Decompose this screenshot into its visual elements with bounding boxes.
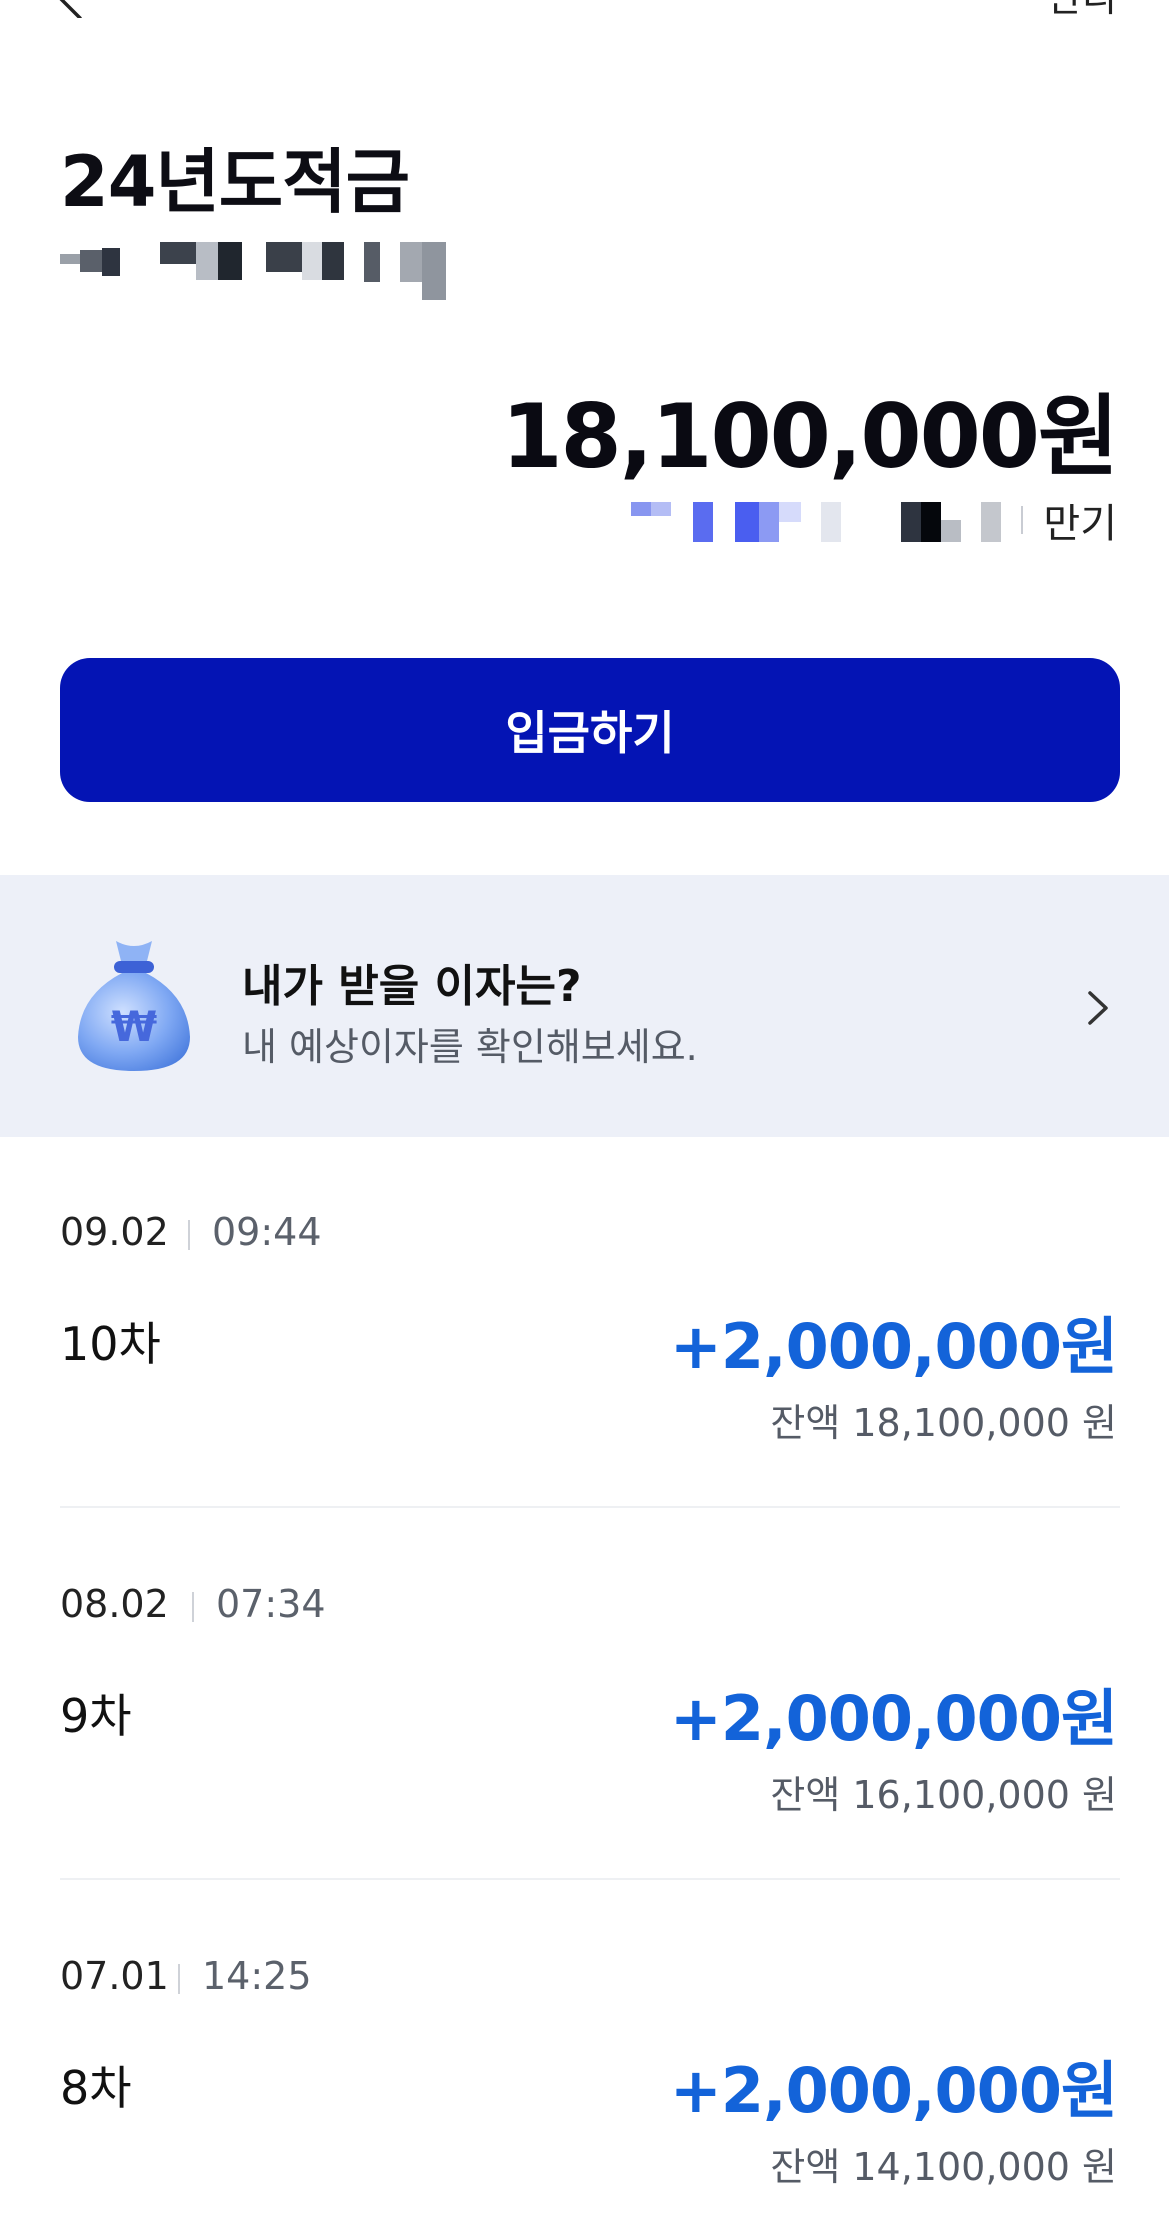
transaction-date: 08.02 <box>60 1582 169 1626</box>
transaction-row[interactable]: 07.01 14:25 8차 +2,000,000원 잔액 14,100,000… <box>0 1934 1169 2232</box>
transaction-balance: 잔액 18,100,000 원 <box>770 1401 1117 1445</box>
transaction-balance: 잔액 16,100,000 원 <box>770 1773 1117 1817</box>
transaction-date: 07.01 <box>60 1954 169 1998</box>
transaction-amount: +2,000,000원 <box>669 1310 1118 1383</box>
masked-account-number <box>60 242 446 300</box>
transaction-label: 8차 <box>60 2061 132 2115</box>
transaction-date: 09.02 <box>60 1210 169 1254</box>
row-divider <box>60 1878 1120 1880</box>
money-bag-icon: ₩ <box>78 941 190 1071</box>
account-name: 24년도적금 <box>60 141 410 223</box>
deposit-button[interactable]: 입금하기 <box>60 658 1120 802</box>
transaction-time: 14:25 <box>202 1954 312 1998</box>
chevron-right-icon[interactable] <box>1080 985 1114 1031</box>
transaction-row[interactable]: 09.02 09:44 10차 +2,000,000원 잔액 18,100,00… <box>0 1190 1169 1520</box>
date-time-separator <box>192 1592 194 1622</box>
transaction-label: 9차 <box>60 1689 132 1743</box>
transaction-time: 07:34 <box>216 1582 326 1626</box>
transaction-amount: +2,000,000원 <box>669 1682 1118 1755</box>
transaction-balance: 잔액 14,100,000 원 <box>770 2145 1117 2189</box>
row-divider <box>60 1506 1120 1508</box>
masked-maturity-date <box>631 498 1002 542</box>
account-balance: 18,100,000원 <box>501 385 1119 488</box>
interest-banner-title: 내가 받을 이자는? <box>242 961 582 1012</box>
interest-banner-subtitle: 내 예상이자를 확인해보세요. <box>242 1025 698 1069</box>
back-arrow-icon[interactable] <box>50 0 90 18</box>
transaction-label: 10차 <box>60 1317 161 1371</box>
transaction-row[interactable]: 08.02 07:34 9차 +2,000,000원 잔액 16,100,000… <box>0 1562 1169 1892</box>
maturity-row: 만기 <box>631 498 1117 547</box>
transaction-amount: +2,000,000원 <box>669 2054 1118 2127</box>
maturity-label: 만기 <box>1043 501 1117 547</box>
date-time-separator <box>178 1964 180 1994</box>
transaction-time: 09:44 <box>212 1210 322 1254</box>
maturity-separator <box>1021 506 1024 534</box>
date-time-separator <box>188 1220 190 1250</box>
svg-text:₩: ₩ <box>111 1002 157 1051</box>
manage-button[interactable]: 관리 <box>1047 0 1117 18</box>
